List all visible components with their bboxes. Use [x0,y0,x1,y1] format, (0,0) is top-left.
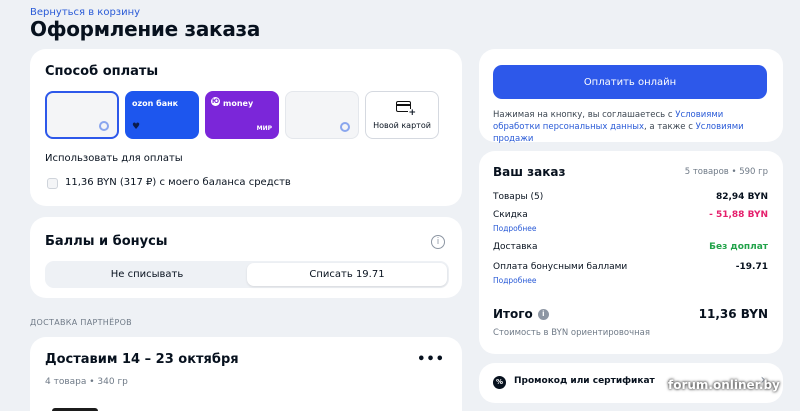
info-icon[interactable]: i [431,235,445,249]
order-row-bonus-payment: Оплата бонусными баллами -19.71 [493,262,768,272]
add-card-icon [396,101,416,118]
payment-card[interactable] [285,91,359,139]
promo-code-label[interactable]: Промокод или сертификат [514,376,655,386]
watermark: forum.onliner.by [668,378,780,392]
balance-option-label[interactable]: 11,36 BYN (317 ₽) с моего баланса средст… [65,177,291,188]
delivery-title: Доставим 14 – 23 октября [45,352,239,367]
pay-online-button[interactable]: Оплатить онлайн [493,65,767,99]
bonuses-title: Баллы и бонусы [45,234,168,249]
row-label: Скидка [493,210,528,220]
row-value: 82,94 BYN [715,192,768,202]
add-new-card-button[interactable]: Новой картой [365,91,439,139]
total-note: Стоимость в BYN ориентировочная [493,328,650,338]
order-row-delivery: Доставка Без доплат [493,242,768,252]
bonuses-card: Баллы и бонусы i Не списывать Списать 19… [30,217,462,298]
bonus-toggle: Не списывать Списать 19.71 [45,261,449,288]
payment-method-title: Способ оплаты [45,64,159,79]
heart-icon: ♥ [132,122,141,132]
agreement-middle: , а также с [644,122,696,132]
row-value: Без доплат [709,242,768,252]
order-title: Ваш заказ [493,165,566,179]
payment-methods-list: ozon банк ♥ Ю money МИР Новой картой [45,91,439,139]
yoomoney-logo-icon: Ю [211,97,220,106]
card-chip-icon [99,121,109,131]
use-for-payment-label: Использовать для оплаты [45,153,183,164]
order-row-goods: Товары (5) 82,94 BYN [493,192,768,202]
percent-icon: % [493,376,506,389]
bonus-option-spend[interactable]: Списать 19.71 [247,263,447,286]
partner-delivery-label: ДОСТАВКА ПАРТНЁРОВ [30,318,132,327]
agreement-text: Нажимая на кнопку, вы соглашаетесь с Усл… [493,109,773,145]
order-row-discount: Скидка - 51,88 BYN [493,210,768,220]
bonus-option-dont-spend[interactable]: Не списывать [47,263,247,286]
delivery-subtitle: 4 товара • 340 гр [45,377,128,387]
payment-yoomoney[interactable]: Ю money МИР [205,91,279,139]
mir-badge: МИР [256,125,272,132]
row-label: Товары (5) [493,192,544,202]
new-card-label: Новой картой [373,121,431,130]
row-value: -19.71 [735,262,768,272]
more-options-icon[interactable]: ••• [417,352,445,367]
bonus-details-link[interactable]: Подробнее [493,276,537,285]
agreement-prefix: Нажимая на кнопку, вы соглашаетесь с [493,110,676,120]
row-value: - 51,88 BYN [709,210,768,220]
checkout-card: Оплатить онлайн Нажимая на кнопку, вы со… [479,49,783,145]
balance-checkbox[interactable] [47,178,58,189]
payment-method-card: Способ оплаты ozon банк ♥ Ю money МИР Но… [30,49,462,206]
discount-details-link[interactable]: Подробнее [493,224,537,233]
payment-ozon-bank[interactable]: ozon банк ♥ [125,91,199,139]
row-label: Оплата бонусными баллами [493,262,628,272]
info-icon[interactable]: i [537,308,549,320]
ozon-bank-logo: ozon банк [132,99,179,108]
payment-card-selected[interactable] [45,91,119,139]
order-meta: 5 товаров • 590 гр [684,167,768,177]
total-value: 11,36 BYN [698,307,768,321]
delivery-card: Доставим 14 – 23 октября ••• 4 товара • … [30,337,462,411]
yoomoney-logo-text: money [223,99,254,108]
total-label-group: Итого i [493,307,549,321]
total-label: Итого [493,307,533,321]
order-summary-card: Ваш заказ 5 товаров • 590 гр Товары (5) … [479,151,783,354]
row-label: Доставка [493,242,538,252]
page-title: Оформление заказа [30,17,261,41]
card-chip-icon [340,122,350,132]
order-total-row: Итого i 11,36 BYN [493,307,768,321]
